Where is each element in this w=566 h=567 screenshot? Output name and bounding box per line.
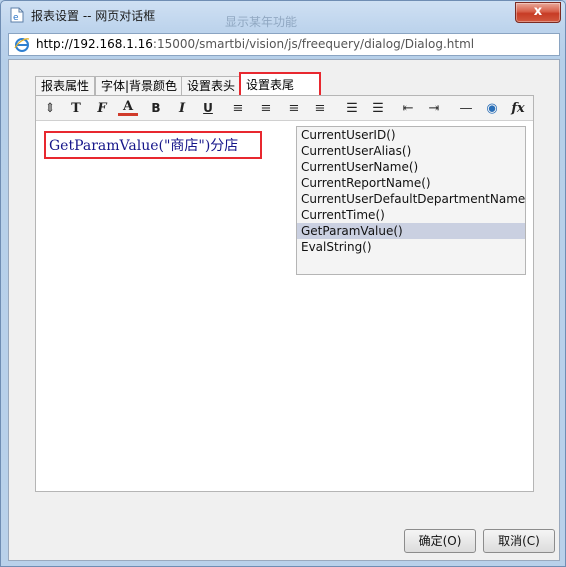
font-size-icon[interactable]: T	[66, 99, 86, 117]
dialog-content: 报表属性 字体|背景颜色 设置表头 设置表尾 ⇕ T F A B I U ≡ ≡…	[8, 59, 560, 561]
function-icon[interactable]: fx	[506, 99, 530, 117]
title-bar[interactable]: e 报表设置 -- 网页对话框 显示某年功能 x	[1, 1, 565, 29]
svg-text:e: e	[13, 13, 19, 23]
url-host: http://192.168.1.16	[36, 37, 153, 51]
footer-editor-panel: ⇕ T F A B I U ≡ ≡ ≡ ≡ ☰ ☰ ⇤ ⇥ — ◉ fx Get…	[35, 95, 534, 492]
align-left-icon[interactable]: ≡	[228, 99, 248, 117]
function-item[interactable]: CurrentTime()	[297, 207, 525, 223]
font-color-icon[interactable]: A	[118, 99, 138, 116]
line-height-icon[interactable]: ⇕	[40, 99, 60, 117]
function-item-selected[interactable]: GetParamValue()	[297, 223, 525, 239]
page-document-icon: e	[10, 7, 24, 23]
close-button[interactable]: x	[515, 2, 561, 23]
link-icon[interactable]: ◉	[482, 99, 502, 117]
tab-set-header[interactable]: 设置表头	[181, 76, 242, 95]
function-list[interactable]: CurrentUserID() CurrentUserAlias() Curre…	[296, 126, 526, 275]
tab-report-properties[interactable]: 报表属性	[35, 76, 96, 95]
window-title: 报表设置 -- 网页对话框	[31, 9, 156, 23]
underline-icon[interactable]: U	[198, 99, 218, 117]
editor-toolbar: ⇕ T F A B I U ≡ ≡ ≡ ≡ ☰ ☰ ⇤ ⇥ — ◉ fx	[36, 96, 533, 121]
align-right-icon[interactable]: ≡	[284, 99, 304, 117]
function-item[interactable]: CurrentUserDefaultDepartmentName()	[297, 191, 525, 207]
background-window-title: 显示某年功能	[225, 15, 298, 29]
function-item[interactable]: CurrentUserName()	[297, 159, 525, 175]
close-icon: x	[533, 4, 543, 19]
unordered-list-icon[interactable]: ☰	[368, 99, 388, 117]
font-family-icon[interactable]: F	[92, 99, 112, 117]
address-bar: http://192.168.1.16:15000/smartbi/vision…	[8, 33, 560, 56]
italic-icon[interactable]: I	[172, 99, 192, 117]
footer-expression[interactable]: GetParamValue("商店")分店	[49, 135, 238, 155]
ordered-list-icon[interactable]: ☰	[342, 99, 362, 117]
url-path: :15000/smartbi/vision/js/freequery/dialo…	[152, 37, 475, 51]
horizontal-rule-icon[interactable]: —	[456, 99, 476, 117]
align-center-icon[interactable]: ≡	[256, 99, 276, 117]
footer-text-editor[interactable]: GetParamValue("商店")分店	[44, 131, 262, 159]
justify-icon[interactable]: ≡	[310, 99, 330, 117]
function-item[interactable]: CurrentReportName()	[297, 175, 525, 191]
ie-icon	[14, 38, 30, 52]
function-item[interactable]: CurrentUserID()	[297, 127, 525, 143]
tab-font-background-color[interactable]: 字体|背景颜色	[95, 76, 184, 95]
cancel-button[interactable]: 取消(C)	[483, 529, 555, 553]
dialog-window: e 报表设置 -- 网页对话框 显示某年功能 x http://192.168.…	[0, 0, 566, 567]
ok-button[interactable]: 确定(O)	[404, 529, 476, 553]
function-item[interactable]: EvalString()	[297, 239, 525, 255]
outdent-icon[interactable]: ⇤	[398, 99, 418, 117]
indent-icon[interactable]: ⇥	[424, 99, 444, 117]
function-item[interactable]: CurrentUserAlias()	[297, 143, 525, 159]
bold-icon[interactable]: B	[146, 99, 166, 117]
url-text: http://192.168.1.16:15000/smartbi/vision…	[36, 37, 474, 51]
